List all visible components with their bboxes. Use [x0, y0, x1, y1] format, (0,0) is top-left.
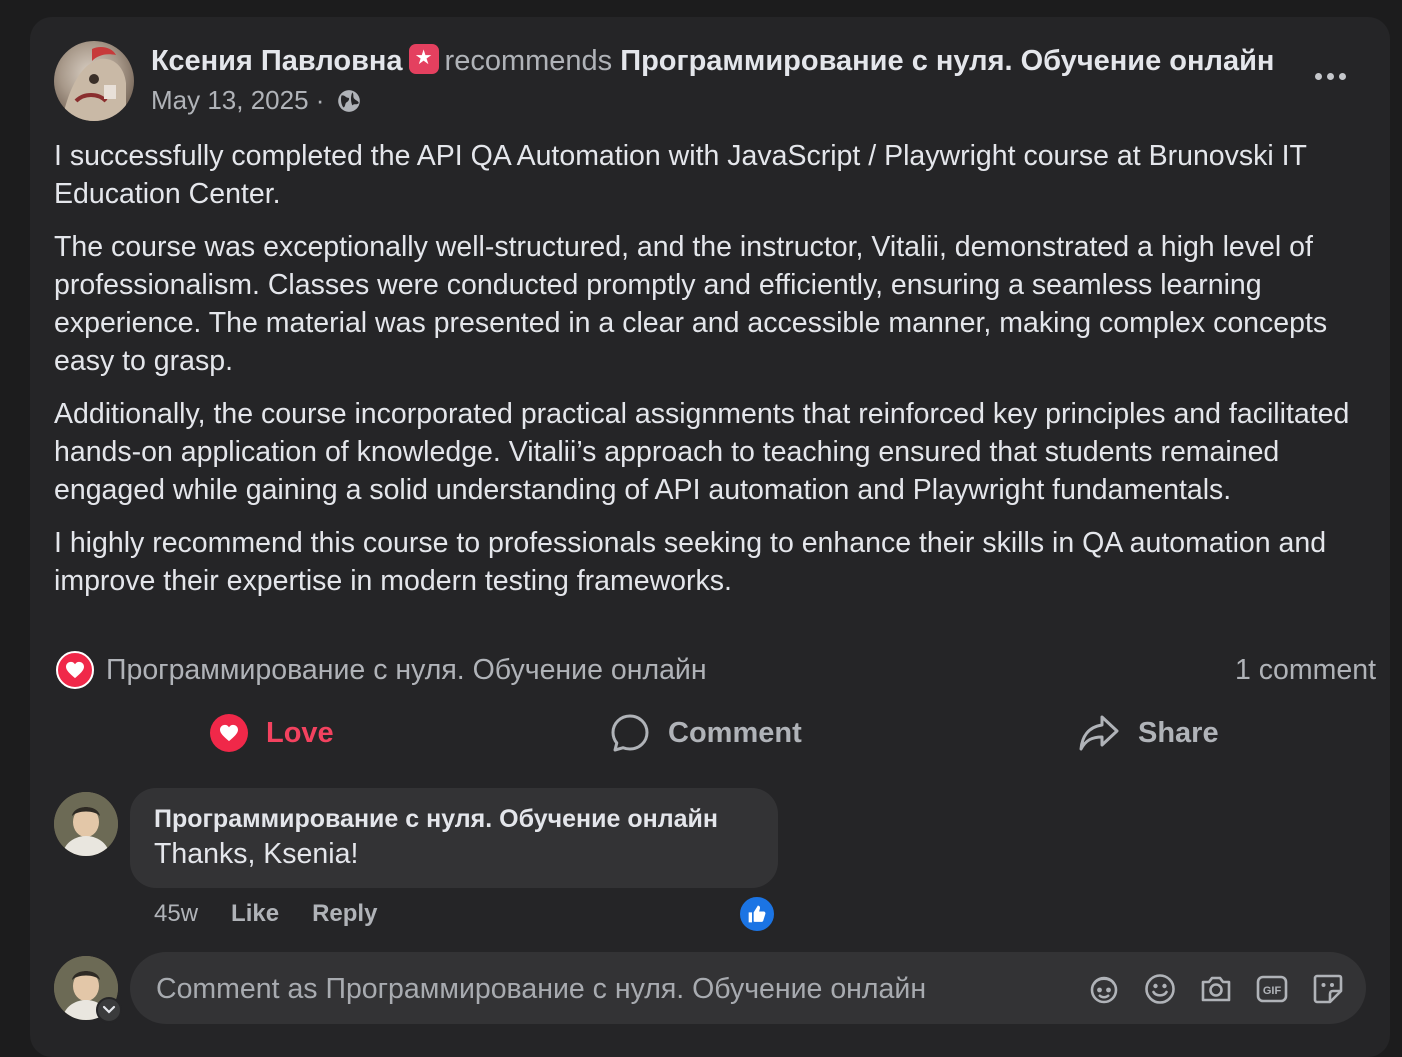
post-date[interactable]: May 13, 2025: [151, 85, 309, 115]
share-button[interactable]: Share: [1078, 707, 1219, 759]
chevron-down-icon[interactable]: [96, 997, 122, 1023]
love-icon: [210, 714, 248, 752]
more-dot-icon: [1314, 72, 1322, 80]
post-paragraph: The course was exceptionally well-struct…: [54, 231, 1328, 377]
avatar-sticker-icon[interactable]: [1086, 971, 1122, 1007]
comment-button[interactable]: Comment: [610, 707, 802, 759]
comment-actions: 45w Like Reply: [154, 900, 377, 928]
comment-like-button[interactable]: Like: [231, 900, 279, 928]
comment-text: Thanks, Ksenia!: [154, 838, 359, 870]
love-button[interactable]: Love: [210, 707, 334, 759]
more-dot-icon: [1338, 72, 1346, 80]
love-reaction-icon[interactable]: [56, 651, 94, 689]
post-card: Ксения Павловна recommends Программирован…: [30, 17, 1390, 1057]
comment-author[interactable]: Программирование с нуля. Обучение онлайн: [154, 805, 718, 834]
comment-label: Comment: [668, 716, 802, 749]
gif-icon[interactable]: GIF: [1254, 971, 1290, 1007]
thumbs-up-icon[interactable]: [738, 895, 776, 933]
comment-bubble-icon: [611, 714, 649, 752]
comment-reply-button[interactable]: Reply: [312, 900, 377, 928]
share-arrow-icon: [1079, 715, 1119, 751]
emoji-icon[interactable]: [1142, 971, 1178, 1007]
love-label: Love: [266, 716, 334, 749]
sticker-icon[interactable]: [1310, 971, 1346, 1007]
recommend-star-icon: [408, 44, 439, 74]
more-options-button[interactable]: [1310, 61, 1350, 91]
reaction-summary: Программирование с нуля. Обучение онлайн…: [56, 651, 1376, 691]
page-name-link[interactable]: Программирование с нуля. Обучение онлайн: [620, 45, 1274, 77]
comment-count-link[interactable]: 1 comment: [1235, 651, 1376, 689]
share-label: Share: [1138, 716, 1219, 749]
composer-toolbar: GIF: [1086, 971, 1346, 1007]
comment-time[interactable]: 45w: [154, 900, 198, 928]
author-avatar[interactable]: [54, 41, 134, 121]
author-name[interactable]: Ксения Павловна: [151, 45, 403, 77]
camera-icon[interactable]: [1198, 971, 1234, 1007]
comment-input[interactable]: [154, 964, 1058, 1014]
comment-bubble: Программирование с нуля. Обучение онлайн…: [130, 788, 778, 888]
recommends-label: recommends: [444, 45, 613, 77]
more-dot-icon: [1326, 72, 1334, 80]
post-paragraph: I highly recommend this course to profes…: [54, 527, 1327, 597]
svg-text:GIF: GIF: [1263, 985, 1282, 997]
post-paragraph: Additionally, the course incorporated pr…: [54, 398, 1350, 506]
commenter-avatar[interactable]: [54, 792, 118, 856]
post-body: I successfully completed the API QA Auto…: [54, 137, 1364, 615]
meta-separator: ·: [315, 85, 325, 115]
comment-composer: GIF: [130, 952, 1366, 1024]
reactor-names[interactable]: Программирование с нуля. Обучение онлайн: [106, 651, 707, 689]
post-header: Ксения Павловна recommends Программирован…: [151, 43, 1281, 79]
globe-icon[interactable]: [336, 88, 362, 114]
post-meta: May 13, 2025 ·: [151, 83, 362, 117]
post-paragraph: I successfully completed the API QA Auto…: [54, 140, 1307, 210]
